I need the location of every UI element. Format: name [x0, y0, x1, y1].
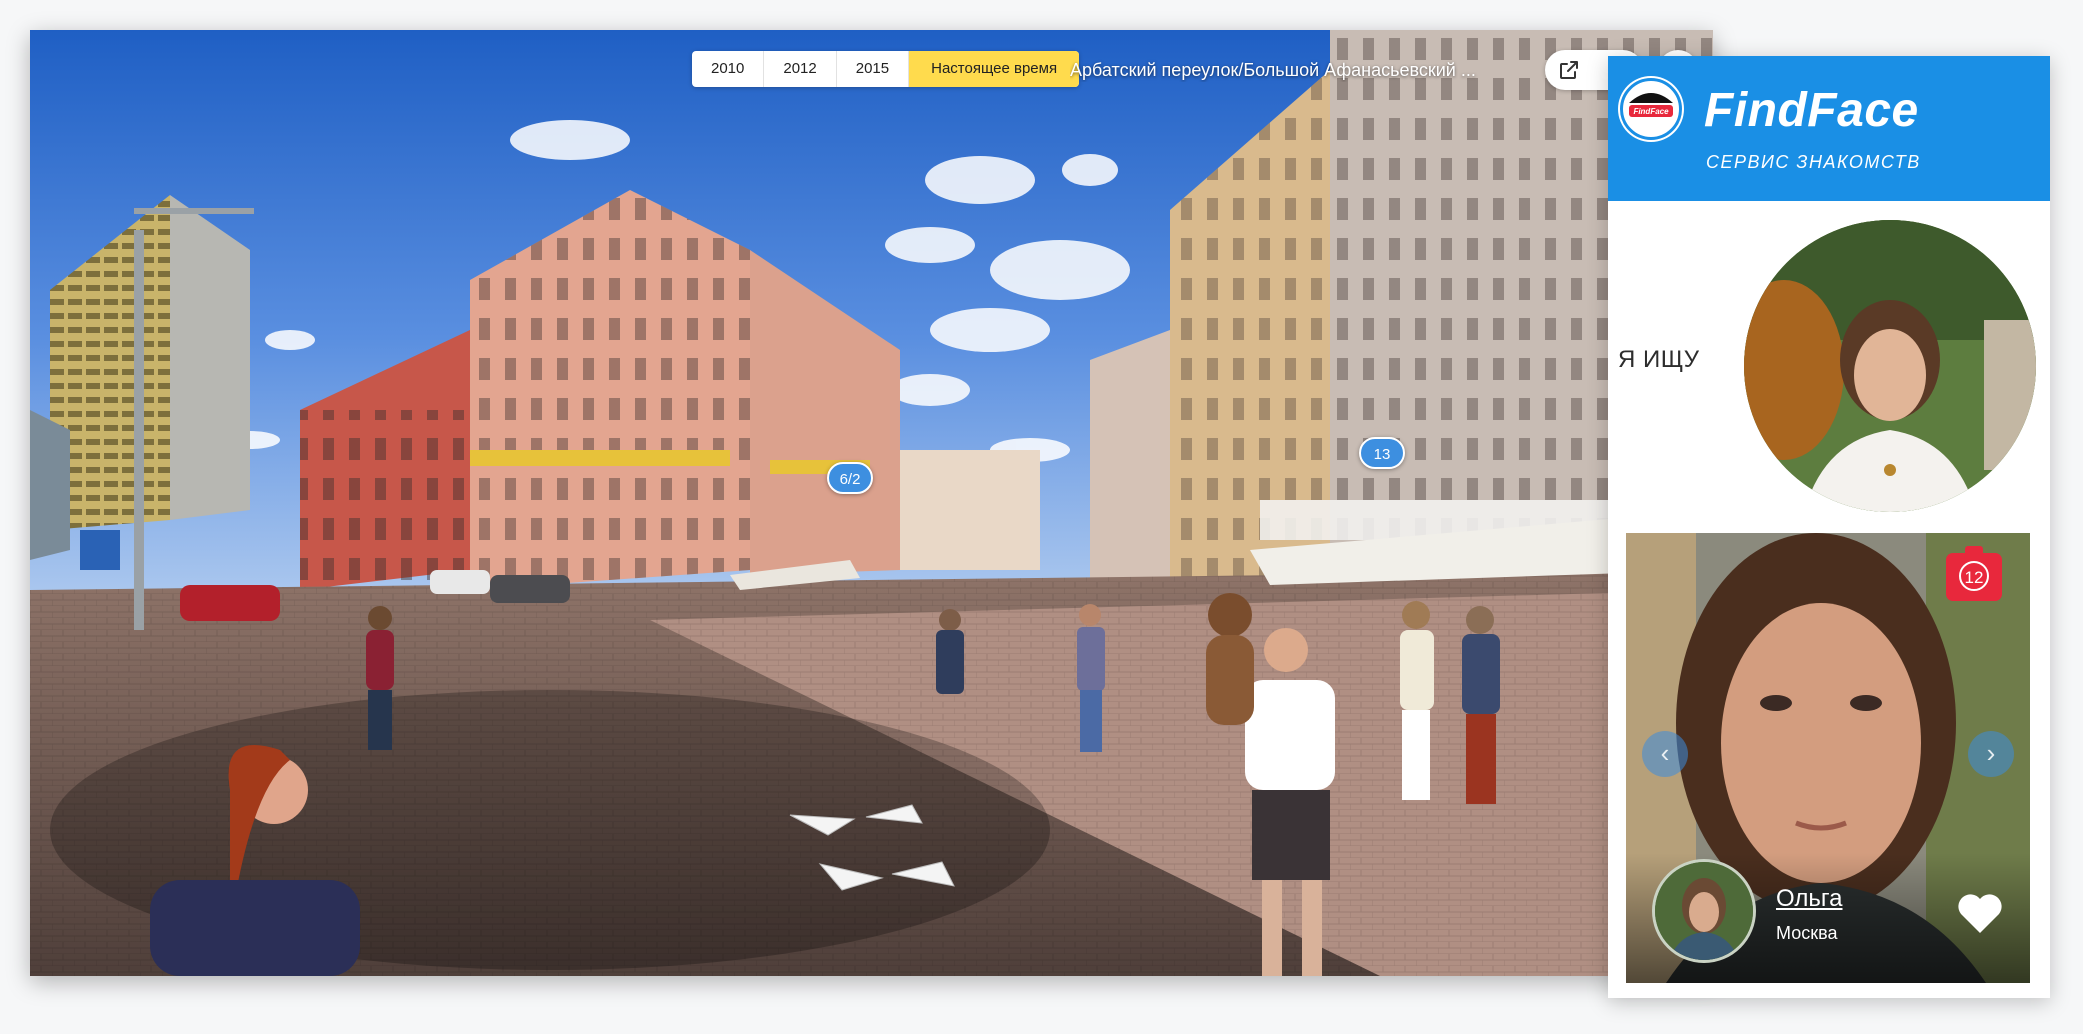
- findface-logo-icon: FindFace: [1626, 84, 1676, 134]
- house-number-badge[interactable]: 13: [1359, 437, 1405, 469]
- findface-tagline: СЕРВИС ЗНАКОМСТВ: [1706, 152, 1921, 172]
- photo-count: 12: [1959, 561, 1989, 591]
- query-face-image: [1744, 220, 2036, 512]
- query-photo: [1744, 220, 2036, 512]
- house-number-badge[interactable]: 6/2: [827, 462, 873, 494]
- year-current-tab[interactable]: Настоящее время: [909, 51, 1080, 87]
- person-city: Москва: [1776, 923, 1838, 943]
- year-selector[interactable]: 2010 2012 2015 Настоящее время: [692, 51, 1080, 87]
- search-result-card[interactable]: 12 ‹ › Ольга Москва: [1626, 533, 2030, 983]
- prev-photo-button[interactable]: ‹: [1642, 731, 1688, 777]
- screen: 2010 2012 2015 Настоящее время Арбатский…: [0, 0, 2083, 1034]
- street-panorama-image[interactable]: [30, 30, 1713, 976]
- camera-icon-top: [1965, 546, 1983, 555]
- findface-brand: FindFace: [1704, 84, 1919, 137]
- next-photo-button[interactable]: ›: [1968, 731, 2014, 777]
- year-2015-tab[interactable]: 2015: [837, 51, 910, 87]
- year-2012-tab[interactable]: 2012: [764, 51, 837, 87]
- svg-text:FindFace: FindFace: [1633, 107, 1669, 116]
- year-2010-tab[interactable]: 2010: [692, 51, 765, 87]
- findface-header: FindFace FindFace СЕРВИС ЗНАКОМСТВ: [1608, 56, 2050, 201]
- external-link-icon: [1560, 61, 1578, 79]
- move-back-arrow[interactable]: [818, 860, 886, 892]
- photo-count-badge[interactable]: 12: [1946, 546, 2002, 601]
- findface-logo: FindFace: [1620, 78, 1682, 140]
- search-label: Я ИЩУ: [1618, 346, 1700, 373]
- findface-card: FindFace FindFace СЕРВИС ЗНАКОМСТВ Я ИЩУ: [1608, 56, 2050, 998]
- person-name-link[interactable]: Ольга: [1776, 885, 1842, 913]
- move-right-arrow[interactable]: [864, 803, 924, 833]
- panorama-address: Арбатский переулок/Большой Афанасьевский…: [1070, 60, 1476, 80]
- street-panorama-viewer[interactable]: 2010 2012 2015 Настоящее время Арбатский…: [30, 30, 1713, 976]
- move-forward-arrow[interactable]: [888, 860, 958, 890]
- heart-icon[interactable]: [1956, 891, 2004, 935]
- avatar-image: [1655, 862, 1753, 960]
- avatar[interactable]: [1652, 859, 1756, 963]
- move-left-arrow[interactable]: [788, 805, 858, 837]
